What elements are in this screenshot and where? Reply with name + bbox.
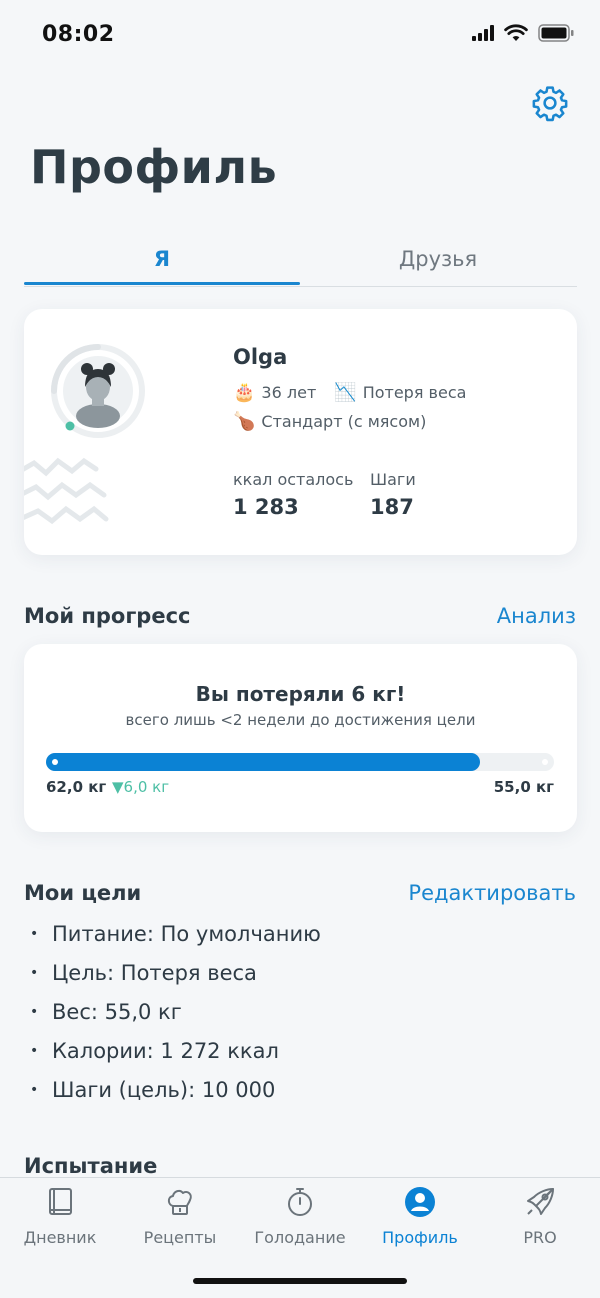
- decorative-waves-icon: [24, 457, 109, 525]
- profile-icon: [405, 1187, 435, 1217]
- cellular-signal-icon: [472, 25, 494, 41]
- kcal-stat: ккал осталось 1 283: [233, 470, 353, 519]
- progress-subtext: всего лишь <2 недели до достижения цели: [125, 711, 476, 729]
- steps-stat: Шаги 187: [370, 470, 416, 519]
- challenge-section-title: Испытание: [24, 1154, 158, 1178]
- user-goal: Потеря веса: [362, 383, 467, 402]
- profile-info-row: 🎂 36 лет 📉 Потеря веса: [233, 382, 466, 403]
- progress-start-dot: [52, 759, 58, 765]
- profile-diet-row: 🍗 Стандарт (с мясом): [233, 411, 426, 432]
- weight-loss-chart-icon: 📉: [334, 382, 357, 403]
- drumstick-icon: 🍗: [233, 411, 256, 432]
- goal-item: • Калории: 1 272 ккал: [30, 1039, 279, 1063]
- goal-weight: 55,0 кг: [493, 778, 554, 796]
- goal-item: • Цель: Потеря веса: [30, 961, 257, 985]
- weight-lost-delta: ▼6,0 кг: [112, 778, 170, 796]
- progress-headline: Вы потеряли 6 кг!: [195, 682, 406, 706]
- goals-section-title: Мои цели: [24, 881, 142, 905]
- tab-me[interactable]: Я: [24, 236, 300, 284]
- gear-icon[interactable]: [531, 84, 569, 122]
- profile-tabs: Я Друзья: [24, 236, 577, 287]
- home-indicator: [193, 1278, 407, 1284]
- edit-goals-link[interactable]: Редактировать: [408, 881, 576, 905]
- status-time: 08:02: [42, 22, 115, 47]
- wifi-icon: [504, 24, 528, 41]
- nav-label: Профиль: [382, 1228, 458, 1247]
- diary-book-icon: [49, 1188, 72, 1215]
- weight-progress-bar: [46, 753, 554, 771]
- nav-recipes[interactable]: Рецепты: [120, 1178, 240, 1258]
- user-diet: Стандарт (с мясом): [261, 412, 427, 431]
- nav-fasting[interactable]: Голодание: [240, 1178, 360, 1258]
- user-age: 36 лет: [261, 383, 317, 402]
- goal-item-text: Калории: 1 272 ккал: [52, 1039, 279, 1063]
- analysis-link[interactable]: Анализ: [497, 604, 576, 628]
- progress-end-dot: [542, 759, 548, 765]
- nav-label: Голодание: [254, 1228, 346, 1247]
- goal-item: • Питание: По умолчанию: [30, 922, 321, 946]
- steps-label: Шаги: [370, 470, 416, 489]
- goal-item-text: Цель: Потеря веса: [52, 961, 257, 985]
- nav-label: Рецепты: [143, 1228, 217, 1247]
- page-title: Профиль: [30, 140, 278, 194]
- chef-hat-icon: [167, 1189, 192, 1215]
- stopwatch-icon: [288, 1188, 312, 1216]
- kcal-label: ккал осталось: [233, 470, 354, 489]
- nav-diary[interactable]: Дневник: [0, 1178, 120, 1258]
- nav-label: PRO: [523, 1228, 557, 1247]
- nav-pro[interactable]: PRO: [480, 1178, 600, 1258]
- progress-card[interactable]: Вы потеряли 6 кг! всего лишь <2 недели д…: [24, 644, 577, 832]
- tab-friends[interactable]: Друзья: [300, 236, 576, 284]
- status-icons: [472, 24, 574, 42]
- birthday-cake-icon: 🎂: [233, 382, 256, 403]
- goal-item-text: Питание: По умолчанию: [52, 922, 321, 946]
- kcal-value: 1 283: [233, 495, 299, 519]
- steps-value: 187: [370, 495, 414, 519]
- goal-item-text: Вес: 55,0 кг: [52, 1000, 182, 1024]
- rocket-icon: [527, 1188, 554, 1215]
- start-weight: 62,0 кг: [46, 778, 107, 796]
- nav-profile[interactable]: Профиль: [360, 1178, 480, 1258]
- progress-section-title: Мой прогресс: [24, 604, 191, 628]
- goal-item-text: Шаги (цель): 10 000: [52, 1078, 276, 1102]
- nav-label: Дневник: [23, 1228, 97, 1247]
- avatar[interactable]: [48, 341, 148, 441]
- active-tab-indicator: [24, 282, 300, 285]
- goal-item: • Шаги (цель): 10 000: [30, 1078, 276, 1102]
- battery-icon: [538, 24, 574, 42]
- goal-item: • Вес: 55,0 кг: [30, 1000, 182, 1024]
- profile-card[interactable]: Olga 🎂 36 лет 📉 Потеря веса 🍗 Стандарт (…: [24, 309, 577, 555]
- user-name: Olga: [233, 345, 288, 369]
- weight-progress-fill: [46, 753, 481, 771]
